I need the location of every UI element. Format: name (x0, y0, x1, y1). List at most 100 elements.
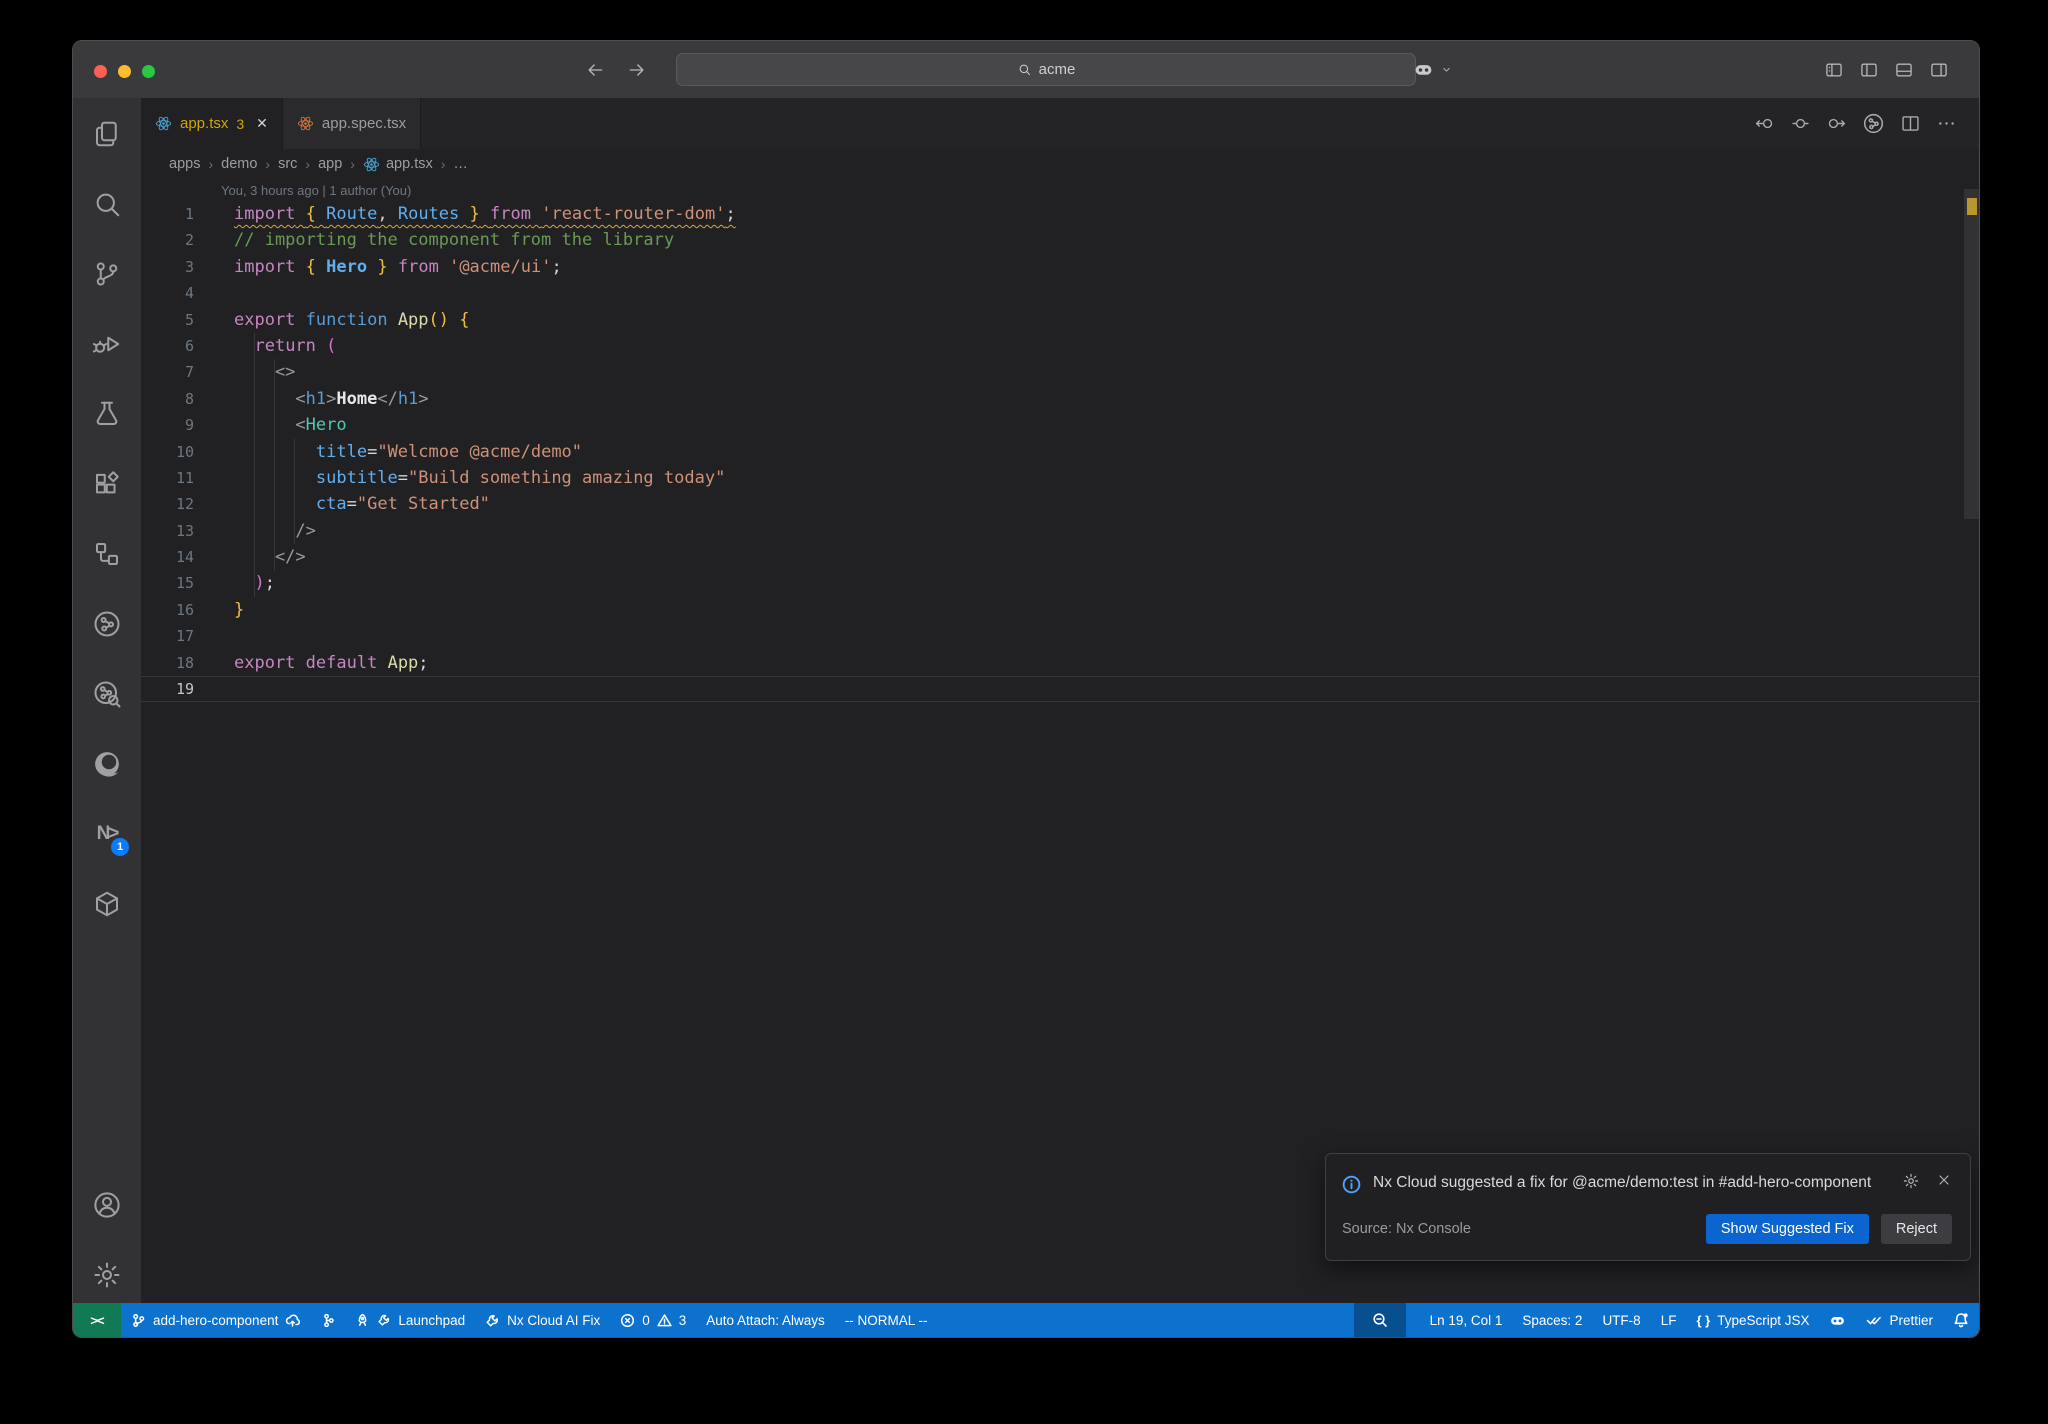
code-line[interactable]: <> (234, 359, 295, 385)
editor-scrollbar[interactable] (1964, 189, 1979, 519)
tab-close-icon[interactable]: ✕ (256, 115, 268, 132)
split-editor-icon[interactable] (1900, 113, 1921, 134)
nav-dot-circle-icon[interactable] (1790, 113, 1811, 134)
activity-bar-item-extensions[interactable] (83, 460, 131, 508)
status-branch-status[interactable] (310, 1303, 345, 1337)
line-number[interactable]: 5 (141, 307, 194, 333)
breadcrumb-item-…[interactable]: … (453, 156, 468, 172)
breadcrumb-item-demo[interactable]: demo (221, 156, 257, 172)
line-number[interactable]: 18 (141, 650, 194, 676)
line-number[interactable]: 10 (141, 439, 194, 465)
toggle-primary-sidebar-icon[interactable] (1859, 60, 1879, 80)
line-number[interactable]: 9 (141, 412, 194, 438)
code-line[interactable]: // importing the component from the libr… (234, 227, 674, 253)
graph-circle-small-icon[interactable] (1862, 112, 1885, 135)
activity-bar-item-source-control[interactable] (83, 250, 131, 298)
history-back-icon[interactable] (585, 60, 605, 80)
status-zoom-indicator[interactable] (1353, 1303, 1406, 1337)
breadcrumb-item-apps[interactable]: apps (169, 156, 200, 172)
show-suggested-fix-button[interactable]: Show Suggested Fix (1705, 1213, 1869, 1244)
breadcrumb-separator: › (440, 156, 446, 172)
code-line[interactable]: } (234, 597, 244, 623)
line-number[interactable]: 1 (141, 201, 194, 227)
status-problems[interactable]: 03 (610, 1303, 696, 1337)
code-row: 14 </> (141, 544, 1979, 570)
code-line[interactable]: subtitle="Build something amazing today" (234, 465, 725, 491)
status-nx-cloud-ai-fix[interactable]: Nx Cloud AI Fix (475, 1303, 610, 1337)
history-forward-icon[interactable] (627, 60, 647, 80)
status-encoding[interactable]: UTF-8 (1592, 1303, 1650, 1337)
code-line[interactable]: <h1>Home</h1> (234, 386, 428, 412)
command-center-search[interactable]: acme (676, 53, 1416, 86)
breadcrumb-item-app[interactable]: app (318, 156, 342, 172)
line-number[interactable]: 4 (141, 280, 194, 306)
status-git-branch[interactable]: add-hero-component (121, 1303, 310, 1337)
breadcrumb-item-src[interactable]: src (278, 156, 297, 172)
activity-bar-item-project-graph[interactable] (83, 600, 131, 648)
activity-bar-item-account[interactable] (83, 1181, 131, 1229)
code-line[interactable]: import { Hero } from '@acme/ui'; (234, 254, 562, 280)
activity-bar-item-nx-console[interactable]: N> 1 (83, 810, 131, 858)
line-number[interactable]: 15 (141, 570, 194, 596)
line-number[interactable]: 6 (141, 333, 194, 359)
line-number[interactable]: 3 (141, 254, 194, 280)
line-number[interactable]: 13 (141, 518, 194, 544)
close-window-button[interactable] (94, 65, 107, 78)
line-number[interactable]: 16 (141, 597, 194, 623)
minimize-window-button[interactable] (118, 65, 131, 78)
line-number[interactable]: 17 (141, 623, 194, 649)
code-line[interactable]: title="Welcmoe @acme/demo" (234, 439, 582, 465)
activity-bar-item-settings-gear[interactable] (83, 1251, 131, 1299)
line-number[interactable]: 8 (141, 386, 194, 412)
code-line[interactable]: import { Route, Routes } from 'react-rou… (234, 201, 736, 227)
status-remote-indicator[interactable]: >< (73, 1303, 121, 1337)
code-line[interactable]: </> (234, 544, 306, 570)
code-line[interactable]: return ( (234, 333, 336, 359)
toggle-secondary-sidebar-icon[interactable] (1929, 60, 1949, 80)
activity-bar-item-search[interactable] (83, 180, 131, 228)
tab-app.spec.tsx[interactable]: app.spec.tsx (282, 98, 422, 149)
nav-back-circle-icon[interactable] (1754, 113, 1775, 134)
status-formatter-prettier[interactable]: Prettier (1856, 1303, 1943, 1337)
activity-bar-item-testing[interactable] (83, 390, 131, 438)
more-actions-icon[interactable] (1936, 113, 1957, 134)
line-number[interactable]: 12 (141, 491, 194, 517)
line-number[interactable]: 11 (141, 465, 194, 491)
line-number[interactable]: 7 (141, 359, 194, 385)
copilot-icon[interactable] (1413, 59, 1434, 80)
status-indentation[interactable]: Spaces: 2 (1512, 1303, 1592, 1337)
notification-close-icon[interactable] (1936, 1172, 1952, 1188)
status-notifications-bell[interactable] (1943, 1303, 1979, 1337)
notification-settings-gear-icon[interactable] (1902, 1172, 1920, 1190)
tab-app.tsx[interactable]: app.tsx 3 ✕ (141, 98, 283, 149)
status-bar: >< add-hero-component Launchpad Nx Cloud AI… (73, 1303, 1979, 1337)
breadcrumb: apps › demo › src › app › app.tsx ›… (141, 149, 1979, 179)
reject-button[interactable]: Reject (1880, 1213, 1952, 1244)
activity-bar-item-explorer[interactable] (83, 110, 131, 158)
activity-bar-item-run-debug[interactable] (83, 320, 131, 368)
line-number[interactable]: 14 (141, 544, 194, 570)
status-language-mode[interactable]: { } TypeScript JSX (1686, 1303, 1819, 1337)
toggle-panel-icon[interactable] (1894, 60, 1914, 80)
status-cursor-position[interactable]: Ln 19, Col 1 (1420, 1303, 1513, 1337)
activity-bar-item-package[interactable] (83, 880, 131, 928)
line-number[interactable]: 19 (141, 676, 194, 702)
status-vim-mode[interactable]: -- NORMAL -- (835, 1303, 938, 1337)
status-eol[interactable]: LF (1651, 1303, 1687, 1337)
code-line[interactable]: export default App; (234, 650, 429, 676)
activity-bar-item-graph-search[interactable] (83, 670, 131, 718)
status-auto-attach[interactable]: Auto Attach: Always (696, 1303, 835, 1337)
customize-layout-icon[interactable] (1824, 60, 1844, 80)
activity-bar-item-edge-browser[interactable] (83, 740, 131, 788)
nav-forward-circle-icon[interactable] (1826, 113, 1847, 134)
status-copilot-status[interactable] (1819, 1303, 1856, 1337)
code-line[interactable]: cta="Get Started" (234, 491, 490, 517)
line-number[interactable]: 2 (141, 227, 194, 253)
zoom-window-button[interactable] (142, 65, 155, 78)
status-launchpad[interactable]: Launchpad (345, 1303, 475, 1337)
breadcrumb-item-app.tsx[interactable]: app.tsx (363, 156, 433, 173)
code-line[interactable]: <Hero (234, 412, 346, 438)
activity-bar-item-project-structure[interactable] (83, 530, 131, 578)
code-line[interactable]: export function App() { (234, 307, 470, 333)
chevron-down-icon[interactable] (1440, 63, 1453, 76)
